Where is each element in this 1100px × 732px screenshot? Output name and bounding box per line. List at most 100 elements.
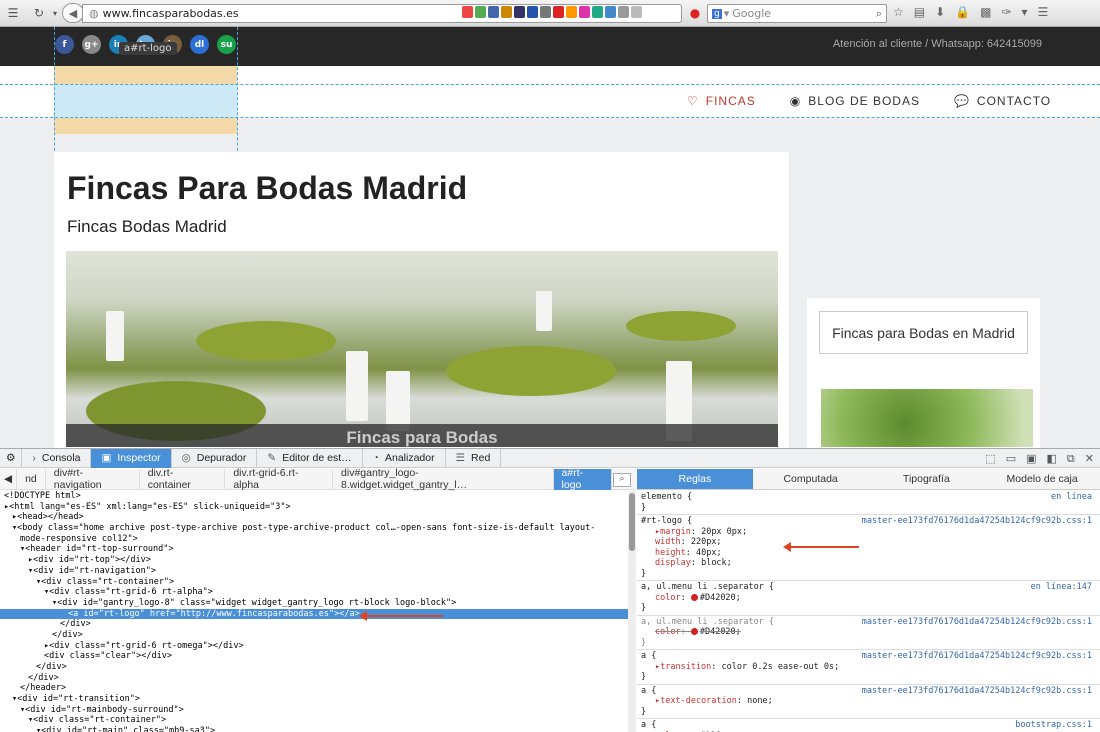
addon-icon[interactable] [618, 6, 629, 18]
markup-line[interactable]: </header> [0, 683, 628, 694]
css-property[interactable]: height: 40px; [641, 548, 1096, 559]
addon-icon[interactable] [579, 6, 590, 18]
addon-icon[interactable] [462, 6, 473, 18]
markup-line[interactable]: <a id="rt-logo" href="http://www.fincasp… [0, 608, 628, 620]
nav-item-fincas[interactable]: ♡ FINCAS [687, 94, 756, 108]
tab-2[interactable]: ◎ Depurador [172, 448, 258, 468]
markup-scrollbar[interactable] [628, 491, 636, 732]
addon-icon[interactable] [553, 6, 564, 18]
rule-source-link[interactable]: en línea:147 [1031, 582, 1092, 593]
markup-line[interactable]: ▾<div class="rt-container"> [0, 715, 628, 726]
record-icon[interactable]: ● [684, 3, 706, 23]
breadcrumb-item[interactable]: a#rt-logo [553, 467, 612, 491]
property-value[interactable]: block; [701, 558, 732, 568]
download-icon[interactable]: ⬇ [935, 5, 945, 19]
extension-icon[interactable]: ✑ [1001, 5, 1011, 19]
breadcrumb-item[interactable]: div#gantry_logo-8.widget.widget_gantry_l… [333, 467, 554, 491]
markup-line[interactable]: </div> [0, 619, 628, 630]
breadcrumb-item[interactable]: div.rt-container [140, 467, 226, 491]
sidebar-image[interactable] [821, 389, 1033, 447]
tab-0[interactable]: › Consola [22, 448, 92, 468]
devtools-options-icon[interactable]: ⚙ [0, 448, 23, 468]
breadcrumb-back-icon[interactable]: ◀ [0, 468, 18, 490]
css-property[interactable]: color: #D42020; [641, 627, 1096, 638]
property-value[interactable]: 40px; [696, 548, 722, 558]
css-property[interactable]: ▸transition: color 0.2s ease-out 0s; [641, 662, 1096, 673]
markup-line[interactable]: </div> [0, 630, 628, 641]
rule-source-link[interactable]: master-ee173fd76176d1da47254b124cf9c92b.… [862, 651, 1092, 662]
rule-source-link[interactable]: en línea [1051, 492, 1092, 503]
back-button[interactable]: ◀ [62, 3, 84, 23]
delicious-icon[interactable]: dl [190, 35, 209, 54]
property-value[interactable]: color 0.2s ease-out 0s; [722, 662, 840, 672]
responsive-icon[interactable]: ▭ [1006, 452, 1016, 466]
markup-line[interactable]: ▸<div class="rt-grid-6 rt-omega"></div> [0, 641, 628, 652]
tab-1[interactable]: ▣ Inspector [91, 448, 172, 468]
markup-line[interactable]: </div> [0, 673, 628, 684]
menu-icon[interactable]: ☰ [2, 3, 24, 23]
sidebar-tab[interactable]: Tipografía [869, 469, 985, 489]
property-value[interactable]: none; [747, 696, 773, 706]
addon-icon[interactable] [475, 6, 486, 18]
close-icon[interactable]: ✕ [1085, 452, 1094, 466]
markup-line[interactable]: ▾<div class="rt-container"> [0, 577, 628, 588]
breadcrumb-item[interactable]: nd [17, 468, 46, 490]
markup-line[interactable]: ▾<div id="rt-transition"> [0, 694, 628, 705]
undock-icon[interactable]: ⧉ [1067, 452, 1075, 466]
addon-icon[interactable] [527, 6, 538, 18]
scroll-thumb[interactable] [629, 493, 635, 551]
color-swatch[interactable] [690, 628, 698, 635]
markup-line[interactable]: mode-responsive col12"> [0, 534, 628, 545]
search-icon[interactable]: ⌕ [876, 7, 882, 21]
markup-line[interactable]: ▾<div id="rt-mainbody-surround"> [0, 705, 628, 716]
tab-3[interactable]: ✎ Editor de est… [257, 448, 363, 468]
rule-source-link[interactable]: bootstrap.css:1 [1015, 720, 1092, 731]
markup-line[interactable]: </div> [0, 662, 628, 673]
addon-icon[interactable] [501, 6, 512, 18]
sidebar-link-box[interactable]: Fincas para Bodas en Madrid [819, 311, 1028, 354]
tab-4[interactable]: ◔ Analizador [363, 448, 446, 468]
rule-source-link[interactable]: master-ee173fd76176d1da47254b124cf9c92b.… [862, 516, 1092, 527]
markup-line[interactable]: ▾<header id="rt-top-surround"> [0, 544, 628, 555]
stumbleupon-icon[interactable]: su [217, 35, 236, 54]
markup-line[interactable]: ▾<div id="rt-main" class="mb9-sa3"> [0, 726, 628, 732]
menu-icon[interactable]: ☰ [1038, 5, 1049, 19]
color-swatch[interactable] [690, 593, 698, 601]
search-box[interactable]: g ▾ Google ⌕ [707, 4, 887, 23]
google-plus-icon[interactable]: g+ [82, 35, 101, 54]
property-value[interactable]: 220px; [691, 537, 722, 547]
markup-line[interactable]: ▸<head></head> [0, 512, 628, 523]
clipboard-icon[interactable]: ▤ [914, 5, 925, 19]
breadcrumb-item[interactable]: div#rt-navigation [46, 467, 140, 491]
addon-icon[interactable] [592, 6, 603, 18]
markup-line[interactable]: <div class="clear"></div> [0, 651, 628, 662]
addon-icon[interactable] [514, 6, 525, 18]
sidebar-tab[interactable]: Modelo de caja [984, 469, 1100, 489]
markup-line[interactable]: ▸<div id="rt-top"></div> [0, 555, 628, 566]
nav-item-blog[interactable]: ◉ BLOG DE BODAS [790, 94, 920, 108]
addon-icon[interactable] [540, 6, 551, 18]
addon-icon[interactable]: ▩ [980, 5, 991, 19]
pick-element-icon[interactable]: ⬚ [985, 452, 995, 466]
markup-line[interactable]: ▾<div id="rt-navigation"> [0, 566, 628, 577]
markup-line[interactable]: ▾<body class="home archive post-type-arc… [0, 523, 628, 534]
rule-source-link[interactable]: master-ee173fd76176d1da47254b124cf9c92b.… [862, 686, 1092, 697]
addon-icon[interactable] [488, 6, 499, 18]
markup-line[interactable]: ▾<div class="rt-grid-6 rt-alpha"> [0, 587, 628, 598]
dock-side-icon[interactable]: ◧ [1047, 452, 1057, 466]
property-value[interactable]: #D42020; [700, 627, 741, 637]
markup-line[interactable]: ▾<div id="gantry_logo-8" class="widget w… [0, 598, 628, 609]
markup-line[interactable]: ▸<html lang="es-ES" xml:lang="es-ES" sli… [0, 502, 628, 513]
addon-icon[interactable] [566, 6, 577, 18]
css-property[interactable]: ▸margin: 20px 0px; [641, 527, 1096, 538]
nav-item-contacto[interactable]: 💬 CONTACTO [954, 94, 1051, 108]
venue-photo[interactable] [66, 251, 778, 447]
bookmark-star-icon[interactable]: ☆ [893, 5, 904, 19]
css-property[interactable]: ▸text-decoration: none; [641, 696, 1096, 707]
css-property[interactable]: width: 220px; [641, 537, 1096, 548]
lock-icon[interactable]: 🔒 [955, 5, 970, 19]
markup-search-icon[interactable]: ⌕ [613, 473, 631, 487]
addon-icon[interactable] [605, 6, 616, 18]
tab-5[interactable]: ☰ Red [446, 448, 502, 468]
sidebar-tab[interactable]: Computada [753, 469, 869, 489]
